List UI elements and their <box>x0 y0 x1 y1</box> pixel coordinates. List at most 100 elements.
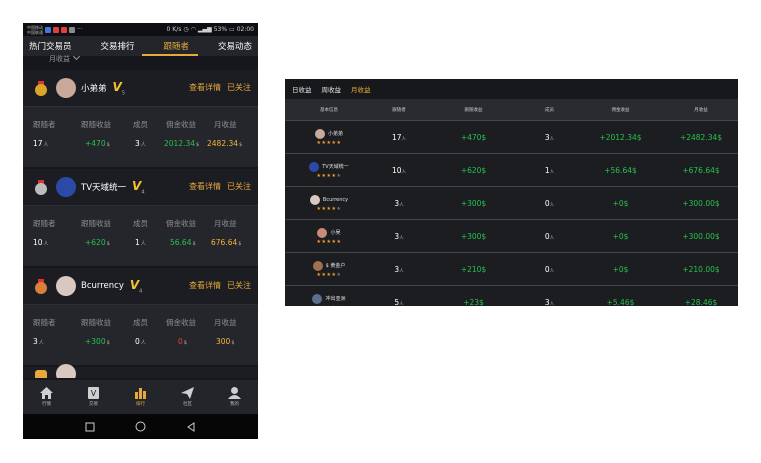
period-dropdown[interactable]: 月收益 <box>49 52 81 64</box>
cell-followers: 3人 <box>373 219 425 253</box>
value-members: 1人 <box>135 238 146 247</box>
battery-percent: 53% <box>213 26 228 33</box>
followers-count: 10 <box>33 238 43 247</box>
label-followers: 跟随者 <box>33 318 56 327</box>
tab-hot-traders[interactable]: 热门交易员 <box>27 40 74 52</box>
cell-follow-profit: +300$ <box>425 186 522 220</box>
nav-profile[interactable]: 我的 <box>220 387 250 407</box>
view-details-link[interactable]: 查看详情 <box>189 281 221 290</box>
silver-medal-icon <box>35 180 47 195</box>
tab-followers[interactable]: 跟随者 <box>161 40 191 52</box>
table-row[interactable]: 冲出亚洲 ★★★★★ 5人+23$3人+5.46$+28.46$ <box>285 285 738 306</box>
cell-monthly: +28.46$ <box>664 285 738 306</box>
wifi-icon: ◠ <box>190 26 196 33</box>
tab-trade-feed[interactable]: 交易动态 <box>216 40 254 52</box>
label-followers: 跟随者 <box>33 120 56 129</box>
trader-name: 冲出亚洲 <box>325 296 346 302</box>
value-monthly: 2482.34$ <box>207 139 242 148</box>
ranking-table: 基本信息 跟随者 跟随收益 成员 佣金收益 月收益 小弟弟 ★★★★★ 17人 +47… <box>285 99 738 306</box>
vip-level: 4 <box>139 288 143 295</box>
cell-monthly: +210.00$ <box>664 252 738 286</box>
nav-label: 我的 <box>230 402 239 407</box>
label-commission: 佣金收益 <box>166 318 196 327</box>
view-details-link[interactable]: 查看详情 <box>189 182 221 191</box>
vip-level-badge: V5 <box>112 79 125 97</box>
mobile-app-screen: 中国移动 中国联通 ··· 0 K/s ◷ ◠ ▂▄▆ 53% ▭ 02:00 … <box>23 23 258 439</box>
table-row[interactable]: 小吴 ★★★★★ 3人 +300$ 0人 +0$ +300.00$ <box>285 219 738 253</box>
cell-commission: +5.46$ <box>577 285 664 306</box>
nav-trade[interactable]: V 交易 <box>79 387 109 407</box>
table-row[interactable]: $ 黄金户 ★★★★★ 3人 +210$ 0人 +0$ +210.00$ <box>285 252 738 286</box>
unit: $ <box>238 241 242 247</box>
unit: 人 <box>549 169 555 175</box>
value-follow-profit: +470$ <box>85 139 110 148</box>
label-follow-profit: 跟随收益 <box>81 318 111 327</box>
avatar <box>56 276 76 296</box>
recent-apps-icon[interactable] <box>85 422 95 432</box>
followed-button[interactable]: 已关注 <box>227 182 251 191</box>
cell-members: 0人 <box>522 252 577 286</box>
followers-count: 17 <box>391 132 402 142</box>
nav-market[interactable]: 行情 <box>32 387 62 407</box>
cell-basic-info: 冲出亚洲 ★★★★★ <box>285 285 373 306</box>
unit: 人 <box>43 241 49 247</box>
rating-stars: ★★★★★ <box>316 238 342 245</box>
clock: 02:00 <box>236 26 254 33</box>
cell-monthly: +2482.34$ <box>664 120 738 154</box>
vip-level-badge: V4 <box>129 277 143 295</box>
commission-amount: 56.64 <box>170 238 192 247</box>
avatar <box>56 78 76 98</box>
nav-ranking[interactable]: 排行 <box>126 387 156 407</box>
unit: 人 <box>140 340 146 346</box>
table-row[interactable]: TV天域统一 ★★★★★ 10人 +620$ 1人 +56.64$ +676.64$ <box>285 153 738 187</box>
avatar <box>56 177 76 197</box>
cell-basic-info: TV天域统一 ★★★★★ <box>285 153 373 187</box>
unit: $ <box>183 340 187 346</box>
rank-medal-icon <box>35 367 47 378</box>
unit: 人 <box>549 268 555 274</box>
unit: $ <box>231 340 235 346</box>
trade-icon: V <box>88 387 99 399</box>
tab-trade-ranking[interactable]: 交易排行 <box>98 40 136 52</box>
trader-name: TV天域统一 <box>81 183 127 193</box>
avatar <box>317 227 328 238</box>
cell-members: 1人 <box>522 153 577 187</box>
value-follow-profit: +300$ <box>85 337 110 346</box>
table-row[interactable]: Bcurrency ★★★★★ 3人 +300$ 0人 +0$ +300.00$ <box>285 186 738 220</box>
avatar <box>314 128 325 139</box>
period-tabs: 日收益 周收益 月收益 <box>285 79 738 99</box>
carrier-label: 中国移动 中国联通 <box>27 25 43 35</box>
followers-count: 3 <box>33 337 38 346</box>
cell-followers: 3人 <box>373 252 425 286</box>
nav-label: 行情 <box>42 402 51 407</box>
signal-icon: ▂▄▆ <box>197 26 212 33</box>
table-row[interactable]: 小弟弟 ★★★★★ 17人 +470$ 3人 +2012.34$ +2482.34$ <box>285 120 738 154</box>
svg-text:V: V <box>91 389 97 398</box>
nav-community[interactable]: 社区 <box>173 387 203 407</box>
cell-commission: +2012.34$ <box>577 120 664 154</box>
value-members: 0人 <box>135 337 146 346</box>
monthly-amount: 300 <box>216 337 231 346</box>
tab-weekly[interactable]: 周收益 <box>322 84 342 94</box>
value-followers: 10人 <box>33 238 49 247</box>
followed-button[interactable]: 已关注 <box>227 83 251 92</box>
period-dropdown-label: 月收益 <box>49 55 70 63</box>
followers-count: 17 <box>33 139 43 148</box>
followed-button[interactable]: 已关注 <box>227 281 251 290</box>
members-count: 0 <box>135 337 140 346</box>
unit: 人 <box>140 142 146 148</box>
tab-daily[interactable]: 日收益 <box>292 84 312 94</box>
members-count: 1 <box>135 238 140 247</box>
view-details-link[interactable]: 查看详情 <box>189 83 221 92</box>
rating-stars: ★★★★★ <box>316 172 342 179</box>
tab-monthly[interactable]: 月收益 <box>351 84 371 94</box>
back-icon[interactable] <box>186 421 196 432</box>
cell-basic-info: 小弟弟 ★★★★★ <box>285 120 373 154</box>
value-commission: 56.64$ <box>170 238 196 247</box>
home-button-icon[interactable] <box>135 421 146 432</box>
unit: 人 <box>38 340 44 346</box>
cell-followers: 17人 <box>373 120 425 154</box>
nav-label: 排行 <box>136 402 145 407</box>
trader-name: Bcurrency <box>322 196 349 203</box>
trader-card: 小弟弟 V5 查看详情 已关注 跟随者 跟随收益 成员 佣金收益 月收益 17人 … <box>23 70 258 167</box>
